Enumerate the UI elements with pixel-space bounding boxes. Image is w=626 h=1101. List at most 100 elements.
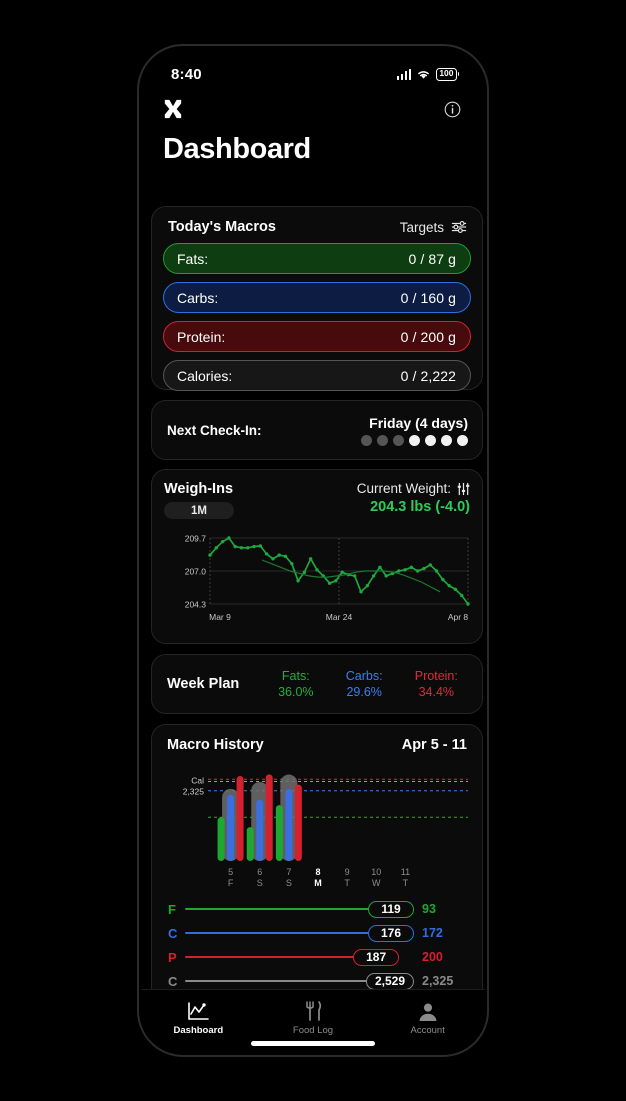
week-plan-fats-label: Fats: — [281, 669, 310, 683]
checkin-dot-past — [361, 434, 372, 446]
summary-track: 176 — [185, 924, 414, 942]
bar-fats — [246, 827, 254, 861]
week-plan-card[interactable]: Week Plan Fats: 36.0% Carbs: 29.6% Prote… — [151, 654, 483, 714]
summary-track: 187 — [185, 948, 414, 966]
macro-summary-list: F 119 93 C 176 172 P 187 200 C 2,529 2,325 — [164, 897, 470, 993]
macro-summary-row: F 119 93 — [168, 897, 466, 921]
bar-protein — [294, 784, 302, 861]
checkin-right: Friday (4 days) — [361, 415, 468, 446]
summary-value-badge[interactable]: 176 — [368, 924, 414, 942]
status-indicators: 100 — [396, 67, 459, 81]
wifi-icon — [418, 70, 430, 79]
tab-account[interactable]: Account — [370, 990, 485, 1053]
history-day-letter: T — [344, 878, 350, 888]
app-header: Dashboard — [141, 92, 485, 166]
checkin-dot-past — [377, 434, 388, 446]
summary-label: F — [168, 901, 176, 917]
info-circle-icon[interactable] — [444, 101, 461, 118]
history-day-number: 10 — [371, 867, 381, 877]
battery-cap-icon — [457, 72, 459, 76]
macro-history-chart[interactable]: P 200C 172F 93Cal2,3255F6S7S8M9T10W11T — [164, 761, 485, 889]
checkin-label: Next Check-In: — [167, 422, 262, 438]
status-time: 8:40 — [171, 65, 202, 83]
todays-macros-card: Today's Macros Targets Fats: 0 / 87 g Ca… — [151, 206, 483, 391]
macro-summary-row: P 187 200 — [168, 945, 466, 969]
macro-history-bar-chart: P 200C 172F 93Cal2,3255F6S7S8M9T10W11T — [183, 774, 485, 888]
weighins-y-tick: 209.7 — [185, 534, 207, 544]
sliders-vertical-icon[interactable] — [457, 482, 470, 496]
history-day-letter: F — [228, 878, 234, 888]
summary-value-badge[interactable]: 119 — [368, 900, 414, 918]
history-day-number: 6 — [257, 867, 262, 877]
summary-value-badge[interactable]: 2,529 — [365, 972, 414, 990]
macro-row-protein[interactable]: Protein: 0 / 200 g — [163, 321, 471, 352]
week-plan-carbs-value: 29.6% — [346, 685, 382, 699]
macro-history-card: Macro History Apr 5 - 11 P 200 C 172 F 93 C… — [151, 724, 485, 1018]
next-checkin-card[interactable]: Next Check-In: Friday (4 days) — [151, 400, 483, 460]
targets-label: Targets — [399, 219, 444, 235]
macro-row-carbs[interactable]: Carbs: 0 / 160 g — [163, 282, 471, 313]
history-day-number: 8 — [315, 867, 320, 877]
checkin-dot-future — [409, 434, 420, 446]
targets-button[interactable]: Targets — [400, 220, 467, 235]
summary-goal: 93 — [422, 902, 436, 916]
macro-row-calories[interactable]: Calories: 0 / 2,222 — [163, 360, 471, 391]
week-plan-protein: Protein: 34.4% — [415, 668, 458, 700]
bar-fats — [217, 817, 225, 861]
history-day-number: 9 — [345, 867, 350, 877]
weighins-line-chart: 209.7 207.0 204.3Mar 9 Mar 24 Apr 8 — [185, 534, 470, 622]
summary-goal: 200 — [422, 950, 443, 964]
week-plan-title: Week Plan — [167, 676, 240, 692]
bar-protein — [265, 774, 273, 861]
range-toggle-1m[interactable]: 1M — [164, 502, 234, 519]
tab-account-label: Account — [410, 1024, 445, 1036]
fork-knife-icon — [306, 1001, 322, 1021]
summary-goal: 172 — [422, 926, 443, 940]
current-weight-block: Current Weight: 204.3 lbs (-4.0) — [357, 481, 470, 515]
history-day-letter: S — [257, 878, 263, 888]
summary-label: C — [168, 973, 178, 989]
line-chart-icon — [188, 1001, 210, 1020]
history-day-letter: S — [286, 878, 292, 888]
week-plan-columns: Fats: 36.0% Carbs: 29.6% Protein: 34.4% — [262, 668, 482, 700]
history-day-letter: T — [403, 878, 409, 888]
macro-history-header: Macro History Apr 5 - 11 — [164, 737, 470, 753]
macro-value-protein: 0 / 200 g — [400, 328, 456, 345]
history-day-letter: M — [314, 878, 322, 888]
macros-card-header: Today's Macros Targets — [163, 219, 471, 235]
status-bar: 8:40 100 — [141, 48, 485, 90]
sliders-horizontal-icon — [451, 221, 467, 233]
macro-label-protein: Protein: — [177, 328, 226, 345]
weighins-title: Weigh-Ins — [164, 481, 234, 497]
current-weight-value: 204.3 lbs (-4.0) — [370, 499, 470, 515]
macro-row-fats[interactable]: Fats: 0 / 87 g — [163, 243, 471, 274]
week-plan-fats-value: 36.0% — [278, 685, 314, 699]
weighins-chart[interactable]: 209.7 207.0 204.3 Mar 9 Mar 24 Apr 8 — [164, 526, 470, 631]
macro-value-fats: 0 / 87 g — [408, 250, 456, 267]
summary-track: 119 — [185, 900, 414, 918]
checkin-dot-future — [457, 434, 468, 446]
app-logo-icon — [164, 99, 182, 119]
bar-fats — [275, 805, 283, 861]
phone-screen: 8:40 100 Dashboard Today's Macros Target… — [141, 48, 485, 1053]
macro-value-calories: 0 / 2,222 — [400, 367, 456, 384]
macros-title: Today's Macros — [168, 219, 276, 235]
week-plan-fats: Fats: 36.0% — [278, 668, 313, 700]
bar-carbs — [285, 789, 293, 861]
bar-carbs — [256, 799, 264, 861]
phone-frame: 8:40 100 Dashboard Today's Macros Target… — [137, 44, 489, 1057]
macro-history-date-range[interactable]: Apr 5 - 11 — [402, 737, 467, 753]
weighins-y-tick: 204.3 — [185, 600, 207, 610]
cal-axis-value: 2,325 — [183, 787, 205, 797]
weighins-y-tick: 207.0 — [185, 567, 207, 577]
tab-dashboard[interactable]: Dashboard — [141, 990, 256, 1053]
home-indicator — [251, 1041, 375, 1046]
history-day-number: 5 — [228, 867, 233, 877]
summary-value-badge[interactable]: 187 — [353, 948, 400, 966]
week-plan-protein-label: Protein: — [414, 669, 458, 683]
cellular-bars-icon — [396, 68, 412, 80]
macro-value-carbs: 0 / 160 g — [400, 289, 456, 306]
macro-history-title: Macro History — [167, 737, 264, 753]
tab-dashboard-label: Dashboard — [173, 1024, 224, 1036]
checkin-dot-future — [425, 434, 436, 446]
